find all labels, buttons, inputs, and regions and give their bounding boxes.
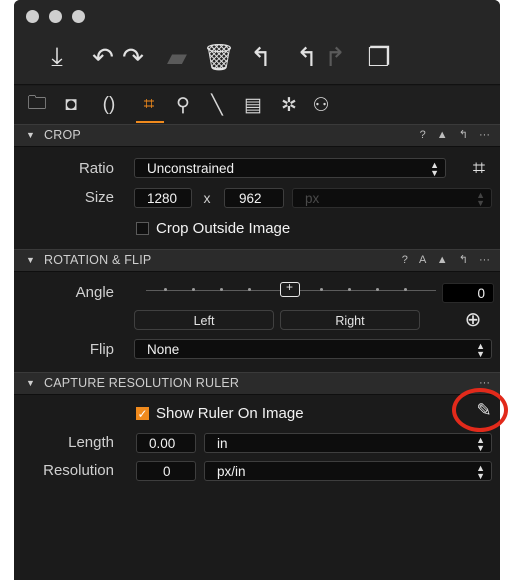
crop-outside-checkbox[interactable] — [136, 222, 149, 235]
flip-select[interactable]: None ▲ ▼ — [134, 339, 492, 359]
slider-tick — [192, 288, 195, 291]
select-stepper-icon: ▲ ▼ — [430, 160, 439, 178]
collapse-triangle-icon[interactable]: ▼ — [26, 250, 35, 271]
crop-unit-select: px ▲ ▼ — [292, 188, 492, 208]
tab-pick-icon[interactable]: ╲ — [204, 92, 230, 118]
reset-icon[interactable]: ↰ — [459, 129, 468, 141]
rotation-header-icons: ? A ▲ ↰ ··· — [394, 250, 490, 271]
collapse-triangle-icon[interactable]: ▼ — [26, 373, 35, 394]
tool-tabs: 🗀 ◘ () ⌗ ⚲ ╲ ▤ ✲ ⚇ — [14, 86, 500, 125]
active-tab-indicator — [136, 121, 164, 123]
help-icon[interactable]: ? — [420, 129, 426, 141]
tab-lens-icon[interactable]: () — [96, 92, 122, 118]
trash-icon[interactable]: 🗑 — [202, 40, 236, 74]
select-stepper-icon: ▲ ▼ — [476, 435, 485, 453]
resolution-label: Resolution — [43, 462, 114, 479]
slider-tick — [320, 288, 323, 291]
resolution-unit-select[interactable]: px/in ▲ ▼ — [204, 461, 492, 481]
title-bar — [14, 0, 500, 30]
resolution-field[interactable]: 0 — [136, 461, 196, 481]
angle-slider-thumb[interactable] — [280, 280, 300, 297]
reset-icon[interactable]: ↰ — [459, 254, 468, 266]
slider-tick — [376, 288, 379, 291]
slider-tick — [220, 288, 223, 291]
ratio-value: Unconstrained — [147, 161, 235, 176]
help-icon[interactable]: ? — [402, 254, 408, 266]
tab-annotations-icon[interactable]: ▤ — [240, 92, 266, 118]
tab-settings-gear-icon[interactable]: ✲ — [276, 92, 302, 118]
zoom-window-button[interactable] — [72, 10, 85, 23]
size-separator: x — [203, 190, 211, 206]
crop-width-field[interactable]: 1280 — [134, 188, 192, 208]
auto-icon[interactable]: A — [419, 254, 426, 266]
crop-unit-value: px — [305, 191, 320, 206]
flip-label: Flip — [89, 341, 114, 358]
unit-stepper-icon: ▲ ▼ — [476, 190, 485, 208]
more-icon[interactable]: ··· — [479, 254, 490, 266]
flip-value: None — [147, 342, 180, 357]
slider-tick — [164, 288, 167, 291]
tab-crop-icon[interactable]: ⌗ — [136, 92, 162, 118]
show-ruler-label: Show Ruler On Image — [156, 405, 304, 422]
show-ruler-checkbox[interactable]: ✓ — [136, 407, 149, 420]
ratio-select[interactable]: Unconstrained ▲ ▼ — [134, 158, 446, 178]
straighten-tool-icon[interactable]: ⊕ — [458, 306, 488, 332]
crop-outside-label: Crop Outside Image — [156, 220, 291, 237]
slider-tick — [404, 288, 407, 291]
crop-section-title: CROP — [44, 128, 81, 142]
length-label: Length — [68, 434, 114, 451]
tab-loupe-icon[interactable]: ⚲ — [170, 92, 196, 118]
rotation-section-header[interactable]: ▼ ROTATION & FLIP ? A ▲ ↰ ··· — [14, 249, 500, 272]
resolution-unit-value: px/in — [217, 464, 246, 479]
slider-tick — [348, 288, 351, 291]
app-window: ⤓ ↶ ↷ ▰ 🗑 ↰ ↰ ↱ ❐ 🗀 ◘ () ⌗ ⚲ ╲ ▤ ✲ ⚇ ▼ C… — [14, 0, 500, 580]
sets-icon[interactable]: ❐ — [362, 40, 396, 74]
slider-tick — [248, 288, 251, 291]
size-label: Size — [84, 189, 114, 206]
crop-section-header[interactable]: ▼ CROP ? ▲ ↰ ··· — [14, 124, 500, 147]
undo-icon[interactable]: ↶ — [86, 40, 120, 74]
close-window-button[interactable] — [26, 10, 39, 23]
length-unit-value: in — [217, 436, 228, 451]
redo-icon[interactable]: ↷ — [116, 40, 150, 74]
select-stepper-icon: ▲ ▼ — [476, 341, 485, 359]
copy-apply-icon[interactable]: ▲ — [437, 129, 448, 141]
tab-capture-camera-icon[interactable]: ◘ — [58, 92, 84, 118]
angle-label: Angle — [75, 284, 114, 301]
length-field[interactable]: 0.00 — [136, 433, 196, 453]
move-to-icon[interactable]: ▰ — [160, 40, 194, 74]
rotation-section-title: ROTATION & FLIP — [44, 253, 152, 267]
rotate-right-button[interactable]: Right — [280, 310, 420, 330]
copy-apply-icon[interactable]: ▲ — [437, 254, 448, 266]
length-unit-select[interactable]: in ▲ ▼ — [204, 433, 492, 453]
main-toolbar: ⤓ ↶ ↷ ▰ 🗑 ↰ ↰ ↱ ❐ — [14, 30, 500, 85]
reset-icon[interactable]: ↰ — [244, 40, 278, 74]
tab-adjustments-icon[interactable]: ⚇ — [308, 92, 334, 118]
select-stepper-icon: ▲ ▼ — [476, 463, 485, 481]
import-icon[interactable]: ⤓ — [40, 40, 74, 74]
highlight-annotation-ring — [452, 388, 508, 432]
forward-icon[interactable]: ↱ — [318, 40, 352, 74]
angle-value-field[interactable]: 0 — [442, 283, 494, 303]
crop-height-field[interactable]: 962 — [224, 188, 284, 208]
ratio-label: Ratio — [78, 160, 114, 177]
rotate-left-button[interactable]: Left — [134, 310, 274, 330]
more-icon[interactable]: ··· — [479, 129, 490, 141]
collapse-triangle-icon[interactable]: ▼ — [26, 125, 35, 146]
crop-tool-icon[interactable]: ⌗ — [466, 155, 492, 181]
crop-header-icons: ? ▲ ↰ ··· — [412, 125, 490, 146]
ruler-section-title: CAPTURE RESOLUTION RULER — [44, 376, 240, 390]
ruler-section-header[interactable]: ▼ CAPTURE RESOLUTION RULER ··· — [14, 372, 500, 395]
tab-library-folder-icon[interactable]: 🗀 — [24, 92, 50, 118]
minimize-window-button[interactable] — [49, 10, 62, 23]
